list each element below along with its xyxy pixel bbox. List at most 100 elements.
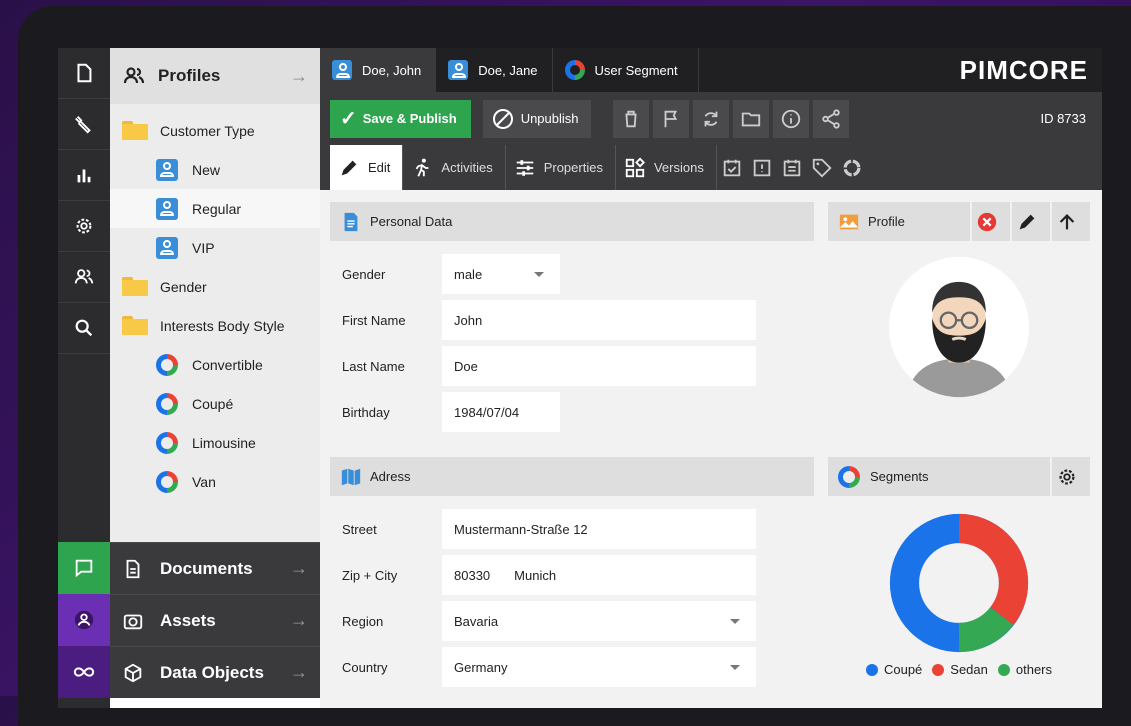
person-icon bbox=[332, 60, 352, 80]
nav-data-objects[interactable]: Data Objects → bbox=[110, 646, 320, 698]
field-value: Doe bbox=[454, 358, 478, 374]
profile-icon[interactable] bbox=[58, 594, 110, 646]
field-value: 1984/07/04 bbox=[454, 404, 520, 420]
node-label: Customer Type bbox=[160, 122, 255, 139]
nav-assets[interactable]: Assets → bbox=[110, 594, 320, 646]
tree-node-interests[interactable]: Interests Body Style bbox=[110, 306, 320, 345]
users-icon bbox=[122, 64, 146, 88]
chevron-down-icon bbox=[534, 271, 544, 277]
folder-icon bbox=[122, 276, 148, 297]
tree-node-customer-type[interactable]: Customer Type bbox=[110, 111, 320, 150]
legend-coupe: Coupé bbox=[865, 662, 922, 677]
infinity-icon[interactable] bbox=[58, 646, 110, 698]
tree-header[interactable]: Profiles → bbox=[110, 48, 320, 104]
chevron-down-icon bbox=[730, 618, 740, 624]
tab-versions[interactable]: Versions bbox=[616, 145, 717, 190]
field-region: Region Bavaria bbox=[330, 598, 814, 644]
birthday-input[interactable]: 1984/07/04 bbox=[442, 392, 560, 432]
panel-header: Adress bbox=[330, 457, 814, 496]
arrow-right-icon: → bbox=[290, 662, 308, 682]
cube-icon bbox=[124, 663, 142, 682]
tree-node-gender[interactable]: Gender bbox=[110, 267, 320, 306]
tab-activities[interactable]: Activities bbox=[403, 145, 506, 190]
chevron-down-icon bbox=[730, 664, 740, 670]
field-label: First Name bbox=[342, 312, 406, 328]
search-icon[interactable] bbox=[58, 303, 110, 354]
nav-documents[interactable]: Documents → bbox=[110, 542, 320, 594]
field-value: Mustermann-Straße 12 bbox=[454, 521, 588, 537]
users-icon[interactable] bbox=[58, 252, 110, 303]
app-window: Profiles → Customer Type New Regular VIP… bbox=[58, 48, 1102, 708]
notice-icon[interactable] bbox=[747, 145, 777, 190]
field-country: Country Germany bbox=[330, 644, 814, 690]
info-icon[interactable] bbox=[772, 99, 809, 138]
running-icon bbox=[416, 158, 429, 177]
gender-select[interactable]: male bbox=[442, 254, 560, 294]
versions-icon bbox=[625, 157, 645, 177]
profiles-tree: Profiles → Customer Type New Regular VIP… bbox=[110, 48, 320, 542]
node-label: Regular bbox=[192, 200, 242, 217]
reload-icon[interactable] bbox=[692, 99, 729, 138]
panel-header: Segments bbox=[828, 457, 1090, 496]
sliders-icon bbox=[516, 159, 533, 176]
delete-icon[interactable] bbox=[612, 99, 649, 138]
tab-doe-jane[interactable]: Doe, Jane bbox=[436, 48, 553, 92]
pencil-icon bbox=[341, 160, 357, 175]
flag-icon[interactable] bbox=[652, 99, 689, 138]
region-select[interactable]: Bavaria bbox=[442, 601, 756, 641]
schedule-icon[interactable] bbox=[777, 145, 807, 190]
arrow-right-icon: → bbox=[290, 558, 308, 578]
chat-icon[interactable] bbox=[58, 542, 110, 594]
tree-node-limousine[interactable]: Limousine bbox=[110, 423, 320, 462]
calendar-check-icon[interactable] bbox=[717, 145, 747, 190]
arrow-right-icon: → bbox=[290, 610, 308, 630]
remove-icon[interactable] bbox=[970, 202, 1010, 241]
tab-label: User Segment bbox=[594, 62, 678, 78]
tab-doe-john[interactable]: Doe, John bbox=[320, 48, 437, 92]
arrow-up-icon[interactable] bbox=[1050, 202, 1090, 241]
address-panel: Adress Street Mustermann-Straße 12 Zip + … bbox=[330, 457, 814, 708]
unpublish-icon bbox=[492, 108, 513, 129]
country-select[interactable]: Germany bbox=[442, 647, 756, 687]
last-name-input[interactable]: Doe bbox=[442, 346, 756, 386]
field-birthday: Birthday 1984/07/04 bbox=[330, 389, 814, 435]
tab-properties[interactable]: Properties bbox=[506, 145, 616, 190]
folder-open-icon[interactable] bbox=[732, 99, 769, 138]
check-icon: ✓ bbox=[340, 108, 357, 130]
editor-subtabs: Edit Activities Properties Versions bbox=[320, 145, 1102, 190]
tree-node-van[interactable]: Van bbox=[110, 462, 320, 501]
field-gender: Gender male bbox=[330, 251, 814, 297]
tab-edit[interactable]: Edit bbox=[330, 145, 404, 190]
tree-node-convertible[interactable]: Convertible bbox=[110, 345, 320, 384]
zip-city-input[interactable]: 80330 Munich bbox=[442, 555, 756, 595]
panel-title: Profile bbox=[868, 214, 905, 229]
first-name-input[interactable]: John bbox=[442, 300, 756, 340]
tree-node-regular[interactable]: Regular bbox=[110, 189, 320, 228]
reports-icon[interactable] bbox=[58, 150, 110, 201]
tree-node-coupe[interactable]: Coupé bbox=[110, 384, 320, 423]
profile-panel: Profile bbox=[828, 202, 1090, 444]
tree-node-vip[interactable]: VIP bbox=[110, 228, 320, 267]
unpublish-button[interactable]: Unpublish bbox=[482, 99, 591, 138]
tree-node-new[interactable]: New bbox=[110, 150, 320, 189]
segment-ring-icon[interactable] bbox=[837, 145, 867, 190]
subtab-label: Activities bbox=[441, 160, 493, 175]
street-input[interactable]: Mustermann-Straße 12 bbox=[442, 509, 756, 549]
share-icon[interactable] bbox=[812, 99, 849, 138]
tools-icon[interactable] bbox=[58, 99, 110, 150]
tab-user-segment[interactable]: User Segment bbox=[553, 48, 699, 92]
settings-icon[interactable] bbox=[1050, 457, 1090, 496]
arrow-right-icon[interactable]: → bbox=[290, 66, 308, 87]
person-icon bbox=[156, 236, 178, 259]
save-publish-button[interactable]: ✓ Save & Publish bbox=[330, 99, 471, 138]
pencil-icon[interactable] bbox=[1010, 202, 1050, 241]
file-icon[interactable] bbox=[58, 48, 110, 99]
node-label: Gender bbox=[160, 278, 207, 295]
nav-label: Documents bbox=[160, 558, 253, 578]
image-icon bbox=[839, 214, 859, 229]
tag-icon[interactable] bbox=[807, 145, 837, 190]
panel-title: Personal Data bbox=[370, 214, 453, 229]
settings-icon[interactable] bbox=[58, 201, 110, 252]
subtab-label: Properties bbox=[543, 160, 603, 175]
node-label: Interests Body Style bbox=[160, 317, 285, 334]
